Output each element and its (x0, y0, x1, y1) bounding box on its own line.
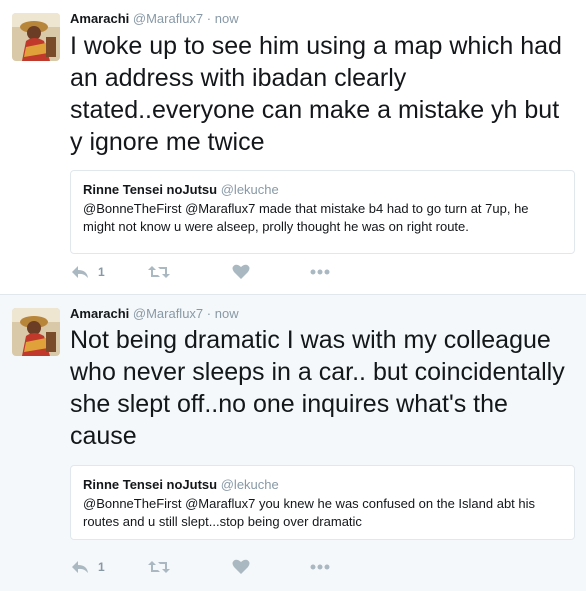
heart-icon (232, 559, 250, 575)
retweet-icon (148, 264, 170, 280)
quote-header: Rinne Tensei noJutsu @lekuche (83, 477, 562, 493)
quote-text: @BonneTheFirst @Maraflux7 made that mist… (83, 201, 529, 234)
author-handle[interactable]: @Maraflux7 (133, 11, 203, 26)
reply-count: 1 (98, 265, 105, 279)
more-icon (310, 269, 330, 275)
reply-icon (70, 559, 90, 575)
author-name[interactable]: Amarachi (70, 11, 129, 26)
more-button[interactable] (310, 262, 330, 282)
heart-icon (232, 264, 250, 280)
quote-author-name: Rinne Tensei noJutsu (83, 477, 218, 492)
avatar[interactable] (12, 13, 60, 61)
quote-author-handle: @lekuche (220, 182, 279, 197)
quoted-tweet[interactable]: Rinne Tensei noJutsu @lekuche @BonneTheF… (70, 170, 575, 254)
more-icon (310, 564, 330, 570)
avatar[interactable] (12, 308, 60, 356)
tweet-text: I woke up to see him using a map which h… (70, 32, 562, 156)
retweet-button[interactable] (148, 262, 170, 282)
quote-author-name: Rinne Tensei noJutsu (83, 182, 218, 197)
like-button[interactable] (232, 262, 250, 282)
retweet-button[interactable] (148, 557, 170, 577)
author-name[interactable]: Amarachi (70, 306, 129, 321)
separator: · (206, 11, 212, 26)
more-button[interactable] (310, 557, 330, 577)
tweet-header: Amarachi @Maraflux7 · now (70, 11, 239, 26)
timestamp[interactable]: now (215, 306, 239, 321)
tweet-header: Amarachi @Maraflux7 · now (70, 306, 239, 321)
like-button[interactable] (232, 557, 250, 577)
quote-text: @BonneTheFirst @Maraflux7 you knew he wa… (83, 496, 536, 529)
reply-button[interactable]: 1 (70, 262, 105, 282)
quote-author-handle: @lekuche (220, 477, 279, 492)
separator: · (206, 306, 212, 321)
retweet-icon (148, 559, 170, 575)
reply-icon (70, 264, 90, 280)
tweet[interactable]: Amarachi @Maraflux7 · now I woke up to s… (0, 0, 586, 294)
reply-count: 1 (98, 560, 105, 574)
timestamp[interactable]: now (215, 11, 239, 26)
tweet-text: Not being dramatic I was with my colleag… (70, 326, 565, 450)
quoted-tweet[interactable]: Rinne Tensei noJutsu @lekuche @BonneTheF… (70, 465, 575, 540)
tweet[interactable]: Amarachi @Maraflux7 · now Not being dram… (0, 294, 586, 591)
quote-header: Rinne Tensei noJutsu @lekuche (83, 182, 562, 198)
reply-button[interactable]: 1 (70, 557, 105, 577)
author-handle[interactable]: @Maraflux7 (133, 306, 203, 321)
